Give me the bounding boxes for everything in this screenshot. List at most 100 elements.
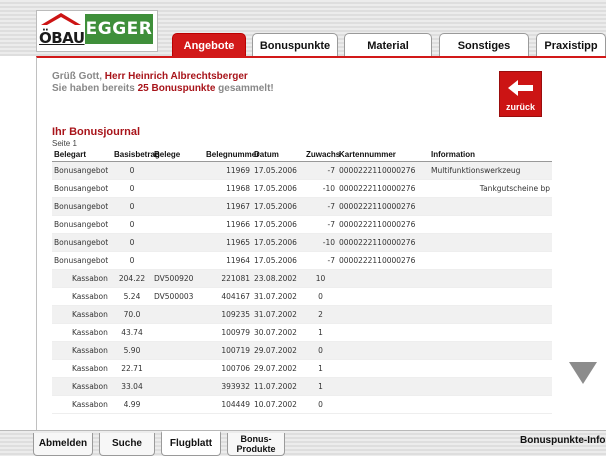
cell-information [429, 395, 552, 414]
cell-basisbetrag: 0 [112, 179, 152, 198]
column-header[interactable]: Kartennummer [337, 148, 429, 162]
cell-information [429, 233, 552, 252]
cell-datum: 31.07.2002 [252, 305, 304, 324]
cell-belege: DV500920 [152, 269, 204, 288]
cell-belege [152, 215, 204, 234]
cell-information [429, 359, 552, 378]
cell-zuwachs: 0 [304, 341, 337, 360]
cell-belegart: Kassabon [52, 305, 112, 324]
cell-kartennummer: 0000222110000276 [337, 197, 429, 216]
cell-basisbetrag: 0 [112, 251, 152, 270]
bonuspunkte-info-link[interactable]: Bonuspunkte-Info [520, 435, 606, 446]
suche-button[interactable]: Suche [99, 433, 155, 456]
cell-belege [152, 251, 204, 270]
table-row: Kassabon 70.0 109235 31.07.2002 2 [52, 305, 552, 324]
cell-belegnummer: 100979 [204, 323, 252, 342]
cell-belegart: Bonusangebot [52, 215, 112, 234]
column-header[interactable]: Belegart [52, 148, 112, 162]
cell-belegart: Kassabon [52, 395, 112, 414]
cell-belegart: Kassabon [52, 359, 112, 378]
obau-egger-logo[interactable]: ÖBAU EGGER [36, 10, 158, 52]
cell-zuwachs: 2 [304, 305, 337, 324]
cell-information [429, 341, 552, 360]
points-suffix: gesammelt! [215, 83, 274, 94]
cell-belegart: Bonusangebot [52, 197, 112, 216]
cell-kartennummer [337, 395, 429, 414]
logo-egger-text: EGGER [85, 14, 153, 44]
cell-belegart: Kassabon [52, 377, 112, 396]
cell-belege [152, 233, 204, 252]
cell-zuwachs: 1 [304, 377, 337, 396]
column-header[interactable]: Datum [252, 148, 304, 162]
column-header[interactable]: Basisbetrag [112, 148, 160, 162]
cell-belegart: Bonusangebot [52, 179, 112, 198]
table-row: Bonusangebot 0 11964 17.05.2006 -7 00002… [52, 251, 552, 270]
cell-belegart: Kassabon [52, 341, 112, 360]
cell-belege [152, 197, 204, 216]
column-header[interactable]: Zuwachs [304, 148, 340, 162]
cell-basisbetrag: 70.0 [112, 305, 152, 324]
cell-belege [152, 323, 204, 342]
down-triangle-icon[interactable] [569, 362, 597, 386]
column-header[interactable]: Belege [152, 148, 204, 162]
cell-basisbetrag: 33.04 [112, 377, 152, 396]
cell-information [429, 323, 552, 342]
cell-zuwachs: -7 [304, 161, 337, 180]
cell-information: Tankgutscheine bp [429, 179, 552, 198]
cell-belegart: Bonusangebot [52, 251, 112, 270]
table-row: Kassabon 22.71 100706 29.07.2002 1 [52, 359, 552, 378]
footer-band: Abmelden Suche Flugblatt Bonus- Produkte [0, 430, 606, 456]
cell-kartennummer: 0000222110000276 [337, 233, 429, 252]
cell-information [429, 287, 552, 306]
cell-belegnummer: 404167 [204, 287, 252, 306]
cell-datum: 11.07.2002 [252, 377, 304, 396]
cell-zuwachs: 0 [304, 287, 337, 306]
cell-kartennummer [337, 341, 429, 360]
tab-material[interactable]: Material [344, 33, 432, 57]
cell-kartennummer: 0000222110000276 [337, 215, 429, 234]
journal-title: Ihr Bonusjournal [52, 126, 140, 138]
greeting: Grüß Gott, Herr Heinrich Albrechtsberger… [52, 71, 274, 95]
cell-belege: DV500003 [152, 287, 204, 306]
cell-zuwachs: 1 [304, 323, 337, 342]
cell-belegnummer: 393932 [204, 377, 252, 396]
column-header[interactable]: Belegnummer [204, 148, 259, 162]
bonus-produkte-line2: Produkte [236, 444, 276, 454]
logo-obau-text: ÖBAU [39, 29, 85, 47]
cell-belegart: Kassabon [52, 323, 112, 342]
table-row: Kassabon 4.99 104449 10.07.2002 0 [52, 395, 552, 414]
table-row: Bonusangebot 0 11966 17.05.2006 -7 00002… [52, 215, 552, 234]
cell-belegnummer: 11964 [204, 251, 252, 270]
tab-sonstiges[interactable]: Sonstiges [439, 33, 529, 57]
flugblatt-button[interactable]: Flugblatt [161, 431, 221, 456]
cell-belege [152, 377, 204, 396]
table-row: Bonusangebot 0 11969 17.05.2006 -7 00002… [52, 161, 552, 180]
tab-praxistipp[interactable]: Praxistipp [536, 33, 606, 57]
abmelden-button[interactable]: Abmelden [33, 433, 93, 456]
bonus-produkte-button[interactable]: Bonus- Produkte [227, 433, 285, 456]
cell-information: Multifunktionswerkzeug [429, 161, 552, 180]
cell-belege [152, 179, 204, 198]
cell-basisbetrag: 43.74 [112, 323, 152, 342]
cell-belegnummer: 11967 [204, 197, 252, 216]
cell-zuwachs: 0 [304, 395, 337, 414]
page-indicator: Seite 1 [52, 139, 77, 148]
cell-kartennummer: 0000222110000276 [337, 251, 429, 270]
table-row: Bonusangebot 0 11967 17.05.2006 -7 00002… [52, 197, 552, 216]
roof-icon [41, 13, 81, 25]
column-header[interactable]: Information [429, 148, 552, 162]
back-button-label: zurück [505, 102, 535, 112]
back-button[interactable]: zurück [499, 71, 542, 117]
cell-belege [152, 341, 204, 360]
cell-datum: 17.05.2006 [252, 161, 304, 180]
table-row: Kassabon 5.24 DV500003 404167 31.07.2002… [52, 287, 552, 306]
cell-kartennummer [337, 359, 429, 378]
cell-datum: 10.07.2002 [252, 395, 304, 414]
tab-angebote[interactable]: Angebote [172, 33, 246, 57]
cell-information [429, 305, 552, 324]
cell-kartennummer: 0000222110000276 [337, 179, 429, 198]
cell-belegnummer: 11966 [204, 215, 252, 234]
cell-datum: 17.05.2006 [252, 179, 304, 198]
tab-bonuspunkte[interactable]: Bonuspunkte [252, 33, 338, 57]
cell-zuwachs: -7 [304, 215, 337, 234]
